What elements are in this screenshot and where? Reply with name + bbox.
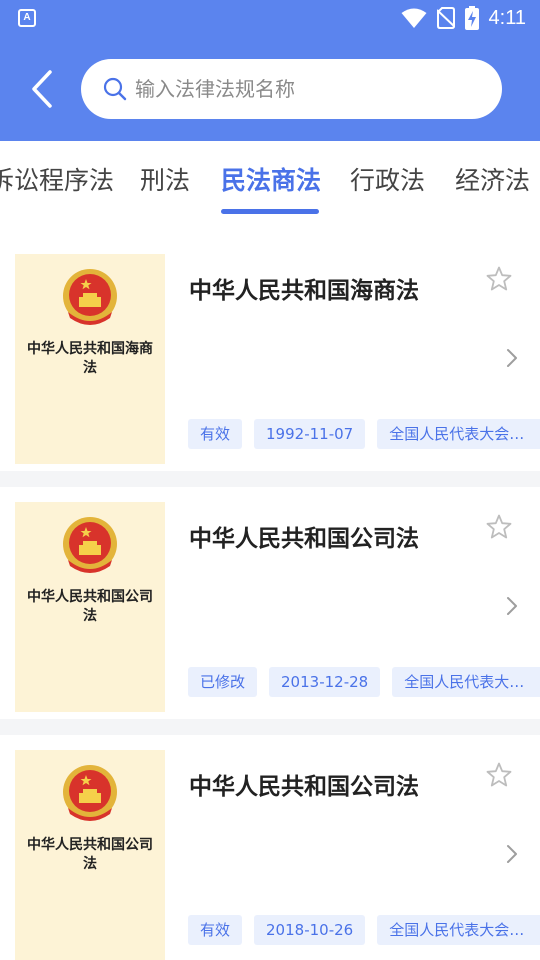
date-badge: 2013-12-28: [269, 667, 381, 697]
law-cover: 中华人民共和国公司法: [15, 750, 165, 960]
national-emblem-icon: [63, 517, 117, 573]
app-notification-icon: A: [18, 9, 36, 27]
favorite-star-icon[interactable]: [486, 762, 512, 788]
issuer-badge: 全国人民代表大会常...: [377, 915, 540, 945]
law-cover: 中华人民共和国公司法: [15, 502, 165, 712]
wifi-icon: [401, 8, 427, 28]
national-emblem-icon: [63, 765, 117, 821]
law-tags: 有效 2018-10-26 全国人民代表大会常...: [188, 915, 540, 945]
tab-civil-commercial-law[interactable]: 民法商法: [221, 161, 321, 197]
law-title: 中华人民共和国公司法: [189, 774, 419, 800]
status-indicators: 4:11: [401, 5, 526, 31]
category-tabs: 诉讼程序法 刑法 民法商法 行政法 经济法: [0, 141, 540, 239]
tab-administrative-law[interactable]: 行政法: [350, 161, 425, 197]
law-list-item[interactable]: 中华人民共和国公司法 中华人民共和国公司法 已修改 2013-12-28 全国人…: [0, 487, 540, 719]
law-list-item[interactable]: 中华人民共和国海商法 中华人民共和国海商法 有效 1992-11-07 全国人民…: [0, 239, 540, 471]
cover-title: 中华人民共和国公司法: [27, 589, 153, 624]
no-sim-icon: [436, 7, 455, 29]
chevron-right-icon: [507, 845, 517, 863]
law-list-item[interactable]: 中华人民共和国公司法 中华人民共和国公司法 有效 2018-10-26 全国人民…: [0, 735, 540, 960]
date-badge: 2018-10-26: [254, 915, 366, 945]
favorite-star-icon[interactable]: [486, 514, 512, 540]
cover-title: 中华人民共和国公司法: [27, 837, 153, 872]
chevron-right-icon: [507, 349, 517, 367]
national-emblem-icon: [63, 269, 117, 325]
status-badge: 有效: [188, 915, 243, 945]
search-bar[interactable]: [81, 59, 502, 119]
law-tags: 已修改 2013-12-28 全国人民代表大会...: [188, 667, 540, 697]
status-badge: 有效: [188, 419, 243, 449]
date-badge: 1992-11-07: [254, 419, 366, 449]
law-title: 中华人民共和国海商法: [189, 278, 419, 304]
clock: 4:11: [488, 6, 526, 29]
issuer-badge: 全国人民代表大会常...: [377, 419, 540, 449]
tab-criminal-law[interactable]: 刑法: [140, 161, 190, 197]
battery-charging-icon: [464, 6, 479, 30]
law-title: 中华人民共和国公司法: [189, 526, 419, 552]
tab-economic-law[interactable]: 经济法: [455, 161, 530, 197]
cover-title: 中华人民共和国海商法: [27, 341, 153, 376]
issuer-badge: 全国人民代表大会...: [392, 667, 540, 697]
status-badge: 已修改: [188, 667, 258, 697]
favorite-star-icon[interactable]: [486, 266, 512, 292]
status-bar: A 4:11: [0, 0, 540, 36]
search-icon: [103, 77, 127, 101]
search-input[interactable]: [135, 77, 475, 101]
chevron-left-icon: [32, 70, 52, 108]
back-button[interactable]: [22, 66, 62, 112]
app-header: A 4:11: [0, 0, 540, 141]
law-cover: 中华人民共和国海商法: [15, 254, 165, 464]
tab-litigation-procedure[interactable]: 诉讼程序法: [0, 161, 114, 197]
chevron-right-icon: [507, 597, 517, 615]
law-tags: 有效 1992-11-07 全国人民代表大会常...: [188, 419, 540, 449]
active-tab-indicator: [221, 209, 319, 214]
